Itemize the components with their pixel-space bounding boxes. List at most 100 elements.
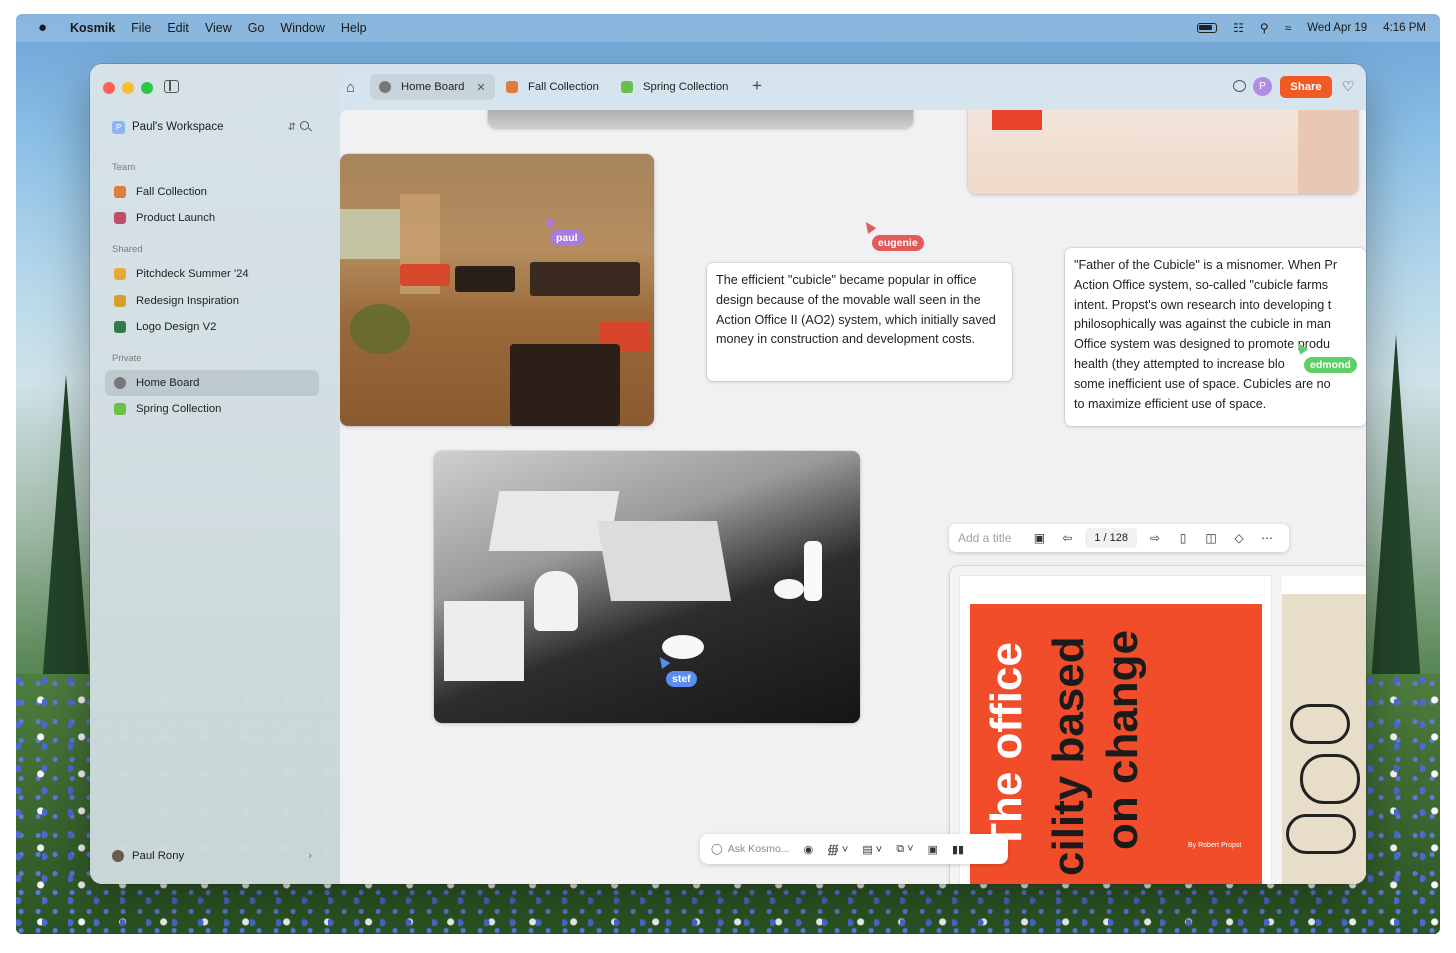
text-style-icon[interactable]: ∰ ˅ [827, 843, 848, 856]
container-icon[interactable]: ▤ ˅ [862, 843, 882, 856]
close-window-button[interactable] [103, 82, 115, 94]
search-icon[interactable] [300, 121, 309, 130]
sidebar-item-redesign[interactable]: Redesign Inspiration [105, 288, 319, 314]
close-icon[interactable]: ✕ [476, 81, 485, 94]
book-icon[interactable]: ▮▮ [952, 843, 964, 856]
tab-spring-collection[interactable]: Spring Collection [612, 74, 737, 100]
new-tab-plus-icon[interactable]: + [752, 76, 762, 96]
image-card-partial[interactable] [488, 110, 913, 128]
note-line: some inefficient use of space. Cubicles … [1074, 376, 1331, 391]
section-label-team: Team [112, 162, 136, 173]
app-window: P Paul's Workspace ⇵ Team Fall Collectio… [90, 64, 1366, 884]
line-art-shape [1290, 704, 1350, 744]
sidebar-item-product-launch[interactable]: Product Launch [105, 205, 319, 231]
tag-icon[interactable]: ◇ [1225, 531, 1253, 545]
menu-file[interactable]: File [131, 21, 151, 35]
note-line: Action Office system, so-called "cubicle… [1074, 277, 1329, 292]
cursor-label-eugenie: eugenie [872, 235, 924, 251]
board-canvas[interactable]: The efficient "cubicle" became popular i… [340, 110, 1366, 884]
chat-icon[interactable] [1233, 80, 1246, 92]
single-page-icon[interactable]: ▯ [1169, 531, 1197, 545]
title-input[interactable]: Add a title [958, 531, 1011, 545]
ask-kosmo-input[interactable]: Ask Kosmo... [728, 843, 790, 855]
sofa-shape [530, 262, 640, 296]
red-chair-shape [992, 110, 1042, 130]
wifi-icon[interactable]: ≈ [1285, 21, 1292, 35]
workspace-badge: P [112, 120, 125, 134]
sidebar-item-label: Home Board [136, 377, 200, 389]
chat-bubble-icon: ◯ [711, 843, 723, 855]
user-name: Paul Rony [132, 850, 185, 862]
menu-date[interactable]: Wed Apr 19 [1307, 22, 1367, 34]
image-card-office-bw[interactable] [434, 451, 860, 723]
ask-kosmo-bar: ◯ Ask Kosmo... ◉ ∰ ˅ ▤ ˅ ⧉ ˅ ▣ ▮▮ [700, 834, 1008, 864]
fit-frame-icon[interactable]: ▣ [1025, 531, 1053, 545]
duplicate-icon[interactable]: ⧉ ˅ [896, 843, 913, 856]
tab-label: Home Board [401, 81, 465, 93]
image-card-office-chair[interactable] [968, 110, 1358, 194]
menu-time[interactable]: 4:16 PM [1383, 22, 1426, 34]
sidebar-item-pitchdeck[interactable]: Pitchdeck Summer '24 [105, 261, 319, 287]
note-line: intent. Propst's own research into devel… [1074, 297, 1332, 312]
sidebar-item-logo-design[interactable]: Logo Design V2 [105, 314, 319, 340]
arrow-right-icon[interactable]: ⇨ [1141, 531, 1169, 545]
leaf-icon [506, 81, 518, 93]
note-line: "Father of the Cubicle" is a misnomer. W… [1074, 258, 1338, 272]
menu-window[interactable]: Window [280, 21, 324, 35]
sidebar-item-label: Spring Collection [136, 403, 222, 415]
sidebar-item-spring-collection[interactable]: Spring Collection [105, 396, 319, 422]
image-card-lounge[interactable] [340, 154, 654, 426]
cubicle-wall-shape [1298, 110, 1358, 194]
pencil-icon [114, 295, 126, 307]
apple-icon[interactable]: ● [38, 20, 52, 36]
collaborator-avatar[interactable]: P [1253, 77, 1272, 96]
minimize-window-button[interactable] [122, 82, 134, 94]
two-page-icon[interactable]: ◫ [1197, 531, 1225, 545]
sidebar-toggle-icon[interactable] [164, 80, 179, 93]
sidebar-item-fall-collection[interactable]: Fall Collection [105, 179, 319, 205]
pdf-page [1282, 576, 1366, 884]
zoom-window-button[interactable] [141, 82, 153, 94]
section-label-shared: Shared [112, 244, 143, 255]
chevron-updown-icon: ⇵ [287, 121, 296, 133]
arrow-left-icon[interactable]: ⇦ [1053, 531, 1081, 545]
sprout-icon [114, 403, 126, 415]
window-shape [340, 209, 400, 259]
battery-icon[interactable] [1197, 23, 1218, 33]
workspace-switcher[interactable]: P Paul's Workspace ⇵ [112, 118, 312, 136]
text-note-cubicle[interactable]: The efficient "cubicle" became popular i… [707, 263, 1012, 381]
chevron-right-icon: › [308, 850, 312, 862]
bell-icon[interactable]: ♡ [1342, 78, 1355, 95]
poster-byline: By Robert Propst [1188, 842, 1242, 849]
person-shape [804, 541, 822, 601]
home-icon[interactable]: ⌂ [346, 79, 355, 96]
menu-bar: ● Kosmik File Edit View Go Window Help ☷… [16, 14, 1440, 42]
user-profile[interactable]: Paul Rony › [112, 850, 312, 862]
menu-go[interactable]: Go [248, 21, 265, 35]
sidebar-item-label: Logo Design V2 [136, 321, 217, 333]
globe-icon[interactable]: ◉ [804, 843, 814, 856]
control-center-icon[interactable]: ☷ [1233, 21, 1244, 35]
more-icon[interactable]: ⋯ [1253, 531, 1281, 545]
note-line: to maximize efficient use of space. [1074, 396, 1267, 411]
sidebar-item-home-board[interactable]: Home Board [105, 370, 319, 396]
pdf-document-card[interactable]: The office cility based on change By Rob… [950, 566, 1366, 884]
page-illustration [1282, 594, 1366, 884]
tab-home-board[interactable]: Home Board ✕ [370, 74, 495, 100]
text-note-father-of-cubicle[interactable]: "Father of the Cubicle" is a misnomer. W… [1065, 248, 1366, 426]
menu-help[interactable]: Help [341, 21, 367, 35]
share-button[interactable]: Share [1280, 76, 1332, 98]
page-indicator[interactable]: 1 / 128 [1085, 528, 1138, 548]
menu-view[interactable]: View [205, 21, 232, 35]
menu-app-name[interactable]: Kosmik [70, 21, 115, 35]
line-art-shape [1286, 814, 1356, 854]
image-icon[interactable]: ▣ [928, 843, 938, 856]
cursor-label-edmond: edmond [1304, 357, 1357, 373]
cursor-label-paul: paul [550, 230, 584, 246]
book-icon [114, 321, 126, 333]
tab-fall-collection[interactable]: Fall Collection [497, 74, 608, 100]
chair-shape [774, 579, 804, 599]
menu-edit[interactable]: Edit [167, 21, 189, 35]
person-shape [534, 571, 578, 631]
spotlight-icon[interactable]: ⚲ [1260, 21, 1269, 35]
